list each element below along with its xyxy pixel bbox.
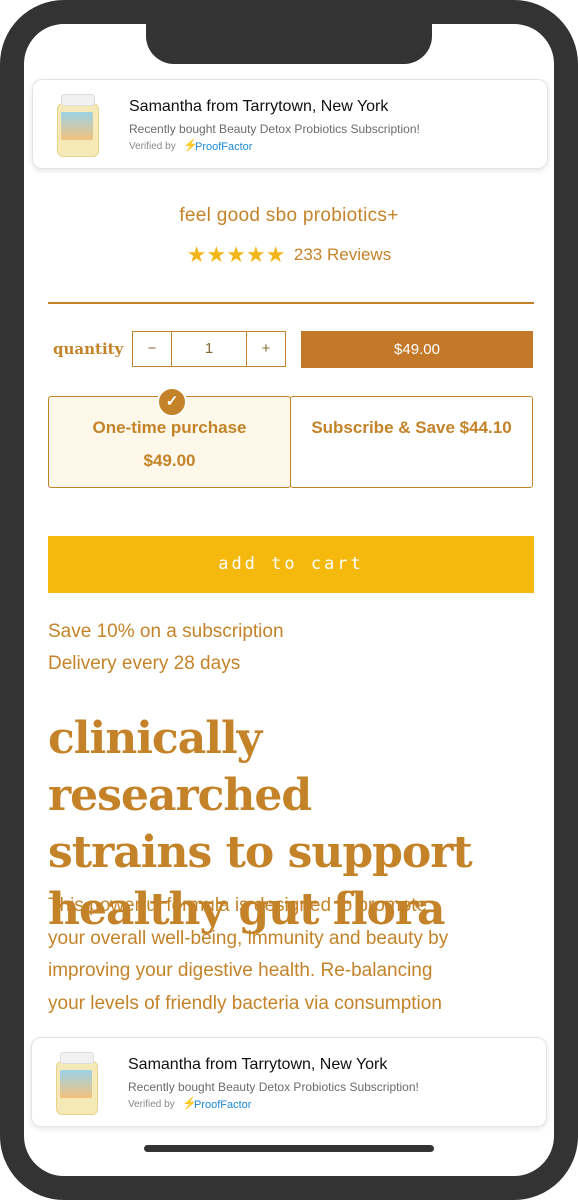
headline-line: strains to support — [48, 827, 473, 878]
proof-factor-link[interactable]: ProofFactor — [195, 141, 252, 153]
checkmark-icon: ✓ — [157, 387, 187, 417]
notification-name: Samantha from Tarrytown, New York — [129, 98, 389, 115]
option-title: Subscribe & Save $44.10 — [311, 418, 512, 437]
notification-description: Recently bought Beauty Detox Probiotics … — [128, 1080, 419, 1094]
option-price: $49.00 — [143, 451, 196, 470]
product-bottle-image — [54, 1052, 98, 1115]
description-line: improving your digestive health. Re-bala… — [48, 960, 433, 981]
notification-verified-label: Verified by — [128, 1099, 175, 1110]
subscription-savings-text: Save 10% on a subscription — [48, 621, 284, 642]
product-title: feel good sbo probiotics+ — [179, 205, 399, 226]
phone-mockup: Samantha from Tarrytown, New York Recent… — [0, 0, 578, 1200]
product-bottle-image — [55, 94, 99, 157]
reviews-count[interactable]: 233 Reviews — [294, 245, 391, 264]
quantity-stepper: − 1 + — [132, 331, 286, 367]
delivery-frequency-text: Delivery every 28 days — [48, 653, 241, 674]
option-title: One-time purchase — [92, 418, 247, 437]
quantity-input[interactable]: 1 — [171, 332, 247, 366]
phone-notch — [146, 18, 432, 64]
rating[interactable]: ★★★★★ 233 Reviews — [24, 242, 554, 268]
star-rating-icon: ★★★★★ — [186, 242, 286, 267]
notification-name: Samantha from Tarrytown, New York — [128, 1056, 388, 1073]
screen: Samantha from Tarrytown, New York Recent… — [24, 24, 554, 1176]
price-display: $49.00 — [301, 331, 533, 368]
quantity-decrease-button[interactable]: − — [133, 332, 171, 366]
purchase-notification-top[interactable]: Samantha from Tarrytown, New York Recent… — [32, 79, 548, 169]
description-line: This powerful formula is designed to pro… — [48, 895, 428, 916]
headline-line: clinically researched — [48, 713, 312, 821]
divider — [48, 302, 534, 304]
description-line: your overall well-being, immunity and be… — [48, 927, 449, 949]
notification-verified-label: Verified by — [129, 141, 176, 152]
proof-factor-link[interactable]: ProofFactor — [194, 1099, 251, 1111]
purchase-notification-bottom[interactable]: Samantha from Tarrytown, New York Recent… — [31, 1037, 547, 1127]
quantity-increase-button[interactable]: + — [247, 332, 285, 366]
home-indicator — [144, 1145, 434, 1152]
subscribe-save-option[interactable]: Subscribe & Save $44.10 — [290, 396, 533, 488]
notification-description: Recently bought Beauty Detox Probiotics … — [129, 122, 420, 136]
add-to-cart-button[interactable]: add to cart — [48, 536, 534, 593]
description-line: your levels of friendly bacteria via con… — [48, 992, 442, 1014]
product-description: This powerful formula is designed to pro… — [48, 890, 538, 1020]
quantity-label: quantity — [53, 340, 124, 358]
